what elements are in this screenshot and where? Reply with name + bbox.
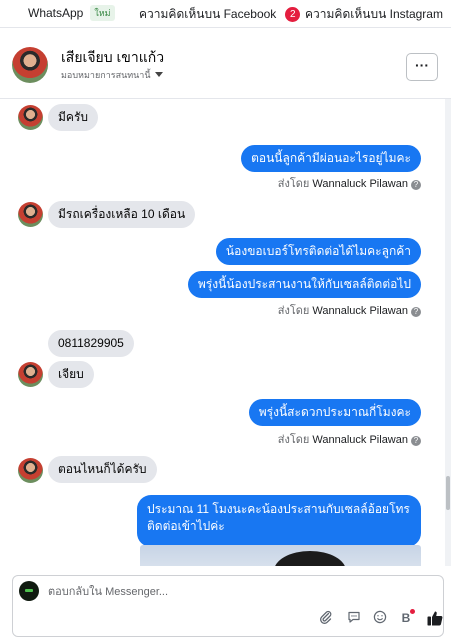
contact-name[interactable]: เสียเจียบ เขาแก้ว bbox=[61, 47, 164, 69]
message-thread[interactable]: มีครับ ตอนนี้ลูกค้ามีผ่อนอะไรอยู่ไมคะ ส่… bbox=[0, 99, 445, 566]
conversation-header: เสียเจียบ เขาแก้ว มอบหมายการสนทนานี้ ··· bbox=[0, 28, 451, 99]
tab-whatsapp[interactable]: WhatsApp ใหม่ bbox=[28, 5, 115, 21]
tab-instagram-comments-label: ความคิดเห็นบน Instagram bbox=[305, 7, 443, 21]
sent-by-label: ส่งโดย Wannaluck Pilawan? bbox=[278, 174, 421, 192]
caret-down-icon bbox=[154, 72, 163, 77]
message-line-2: ติดต่อเข้าไปค่ะ bbox=[147, 519, 225, 533]
sender-name: Wannaluck Pilawan bbox=[312, 305, 408, 317]
outgoing-message[interactable]: ตอนนี้ลูกค้ามีผ่อนอะไรอยู่ไมคะ bbox=[241, 145, 421, 172]
contact-avatar[interactable] bbox=[12, 47, 48, 83]
new-badge: ใหม่ bbox=[90, 5, 115, 21]
incoming-message[interactable]: มีรถเครื่องเหลือ 10 เดือน bbox=[48, 201, 196, 228]
sender-name: Wannaluck Pilawan bbox=[312, 178, 408, 190]
sent-by-label: ส่งโดย Wannaluck Pilawan? bbox=[278, 430, 421, 448]
contact-avatar-small bbox=[18, 105, 43, 130]
more-options-button[interactable]: ··· bbox=[406, 53, 438, 81]
message-line-1: ประมาณ 11 โมงนะคะน้องประสานกับเซลล์อ้อยโ… bbox=[147, 502, 410, 516]
info-icon[interactable]: ? bbox=[411, 180, 421, 190]
reply-input[interactable] bbox=[48, 584, 348, 600]
tab-facebook-comments[interactable]: ความคิดเห็นบน Facebook 2 bbox=[139, 5, 301, 24]
channel-tabs: WhatsApp ใหม่ ความคิดเห็นบน Facebook 2 ควา… bbox=[0, 0, 451, 28]
incoming-message[interactable]: มีครับ bbox=[48, 104, 98, 131]
like-icon[interactable] bbox=[426, 609, 444, 627]
tab-facebook-comments-label: ความคิดเห็นบน Facebook bbox=[139, 7, 277, 21]
sent-by-prefix: ส่งโดย bbox=[277, 178, 310, 190]
outgoing-message[interactable]: พรุ่งนี้น้องประสานงานให้กับเซลล์ติดต่อไป bbox=[187, 271, 421, 298]
contact-avatar-small bbox=[18, 202, 43, 227]
notification-dot bbox=[410, 609, 415, 614]
tab-whatsapp-label: WhatsApp bbox=[28, 6, 84, 20]
tab-instagram-comments[interactable]: ความคิดเห็นบน Instagram bbox=[305, 5, 443, 24]
sent-by-label: ส่งโดย Wannaluck Pilawan? bbox=[278, 301, 421, 319]
scrollbar-thumb[interactable] bbox=[446, 476, 450, 510]
info-icon[interactable]: ? bbox=[411, 307, 421, 317]
sent-by-prefix: ส่งโดย bbox=[277, 305, 310, 317]
incoming-message[interactable]: เจียบ bbox=[48, 361, 94, 388]
composer: B bbox=[0, 566, 451, 637]
sender-name: Wannaluck Pilawan bbox=[312, 434, 408, 446]
more-icon: ··· bbox=[415, 57, 429, 73]
assign-conversation-dropdown[interactable]: มอบหมายการสนทนานี้ bbox=[61, 68, 163, 82]
outgoing-message[interactable]: ประมาณ 11 โมงนะคะน้องประสานกับเซลล์อ้อยโ… bbox=[137, 495, 421, 547]
contact-avatar-small bbox=[18, 458, 43, 483]
contact-avatar-small bbox=[18, 362, 43, 387]
info-icon[interactable]: ? bbox=[411, 436, 421, 446]
image-graphic bbox=[274, 551, 346, 566]
page-avatar bbox=[19, 581, 39, 601]
outgoing-message[interactable]: น้องขอเบอร์โทรติดต่อได้ไมคะลูกค้า bbox=[215, 238, 421, 265]
outgoing-message[interactable]: พรุ่งนี้สะดวกประมาณกี่โมงคะ bbox=[248, 399, 421, 426]
sent-by-prefix: ส่งโดย bbox=[277, 434, 310, 446]
incoming-message[interactable]: 0811829905 bbox=[48, 330, 134, 357]
incoming-message[interactable]: ตอนไหนก็ได้ครับ bbox=[48, 456, 157, 483]
image-attachment[interactable] bbox=[140, 545, 421, 566]
unread-count-badge: 2 bbox=[285, 7, 301, 22]
assign-label: มอบหมายการสนทนานี้ bbox=[61, 70, 151, 80]
